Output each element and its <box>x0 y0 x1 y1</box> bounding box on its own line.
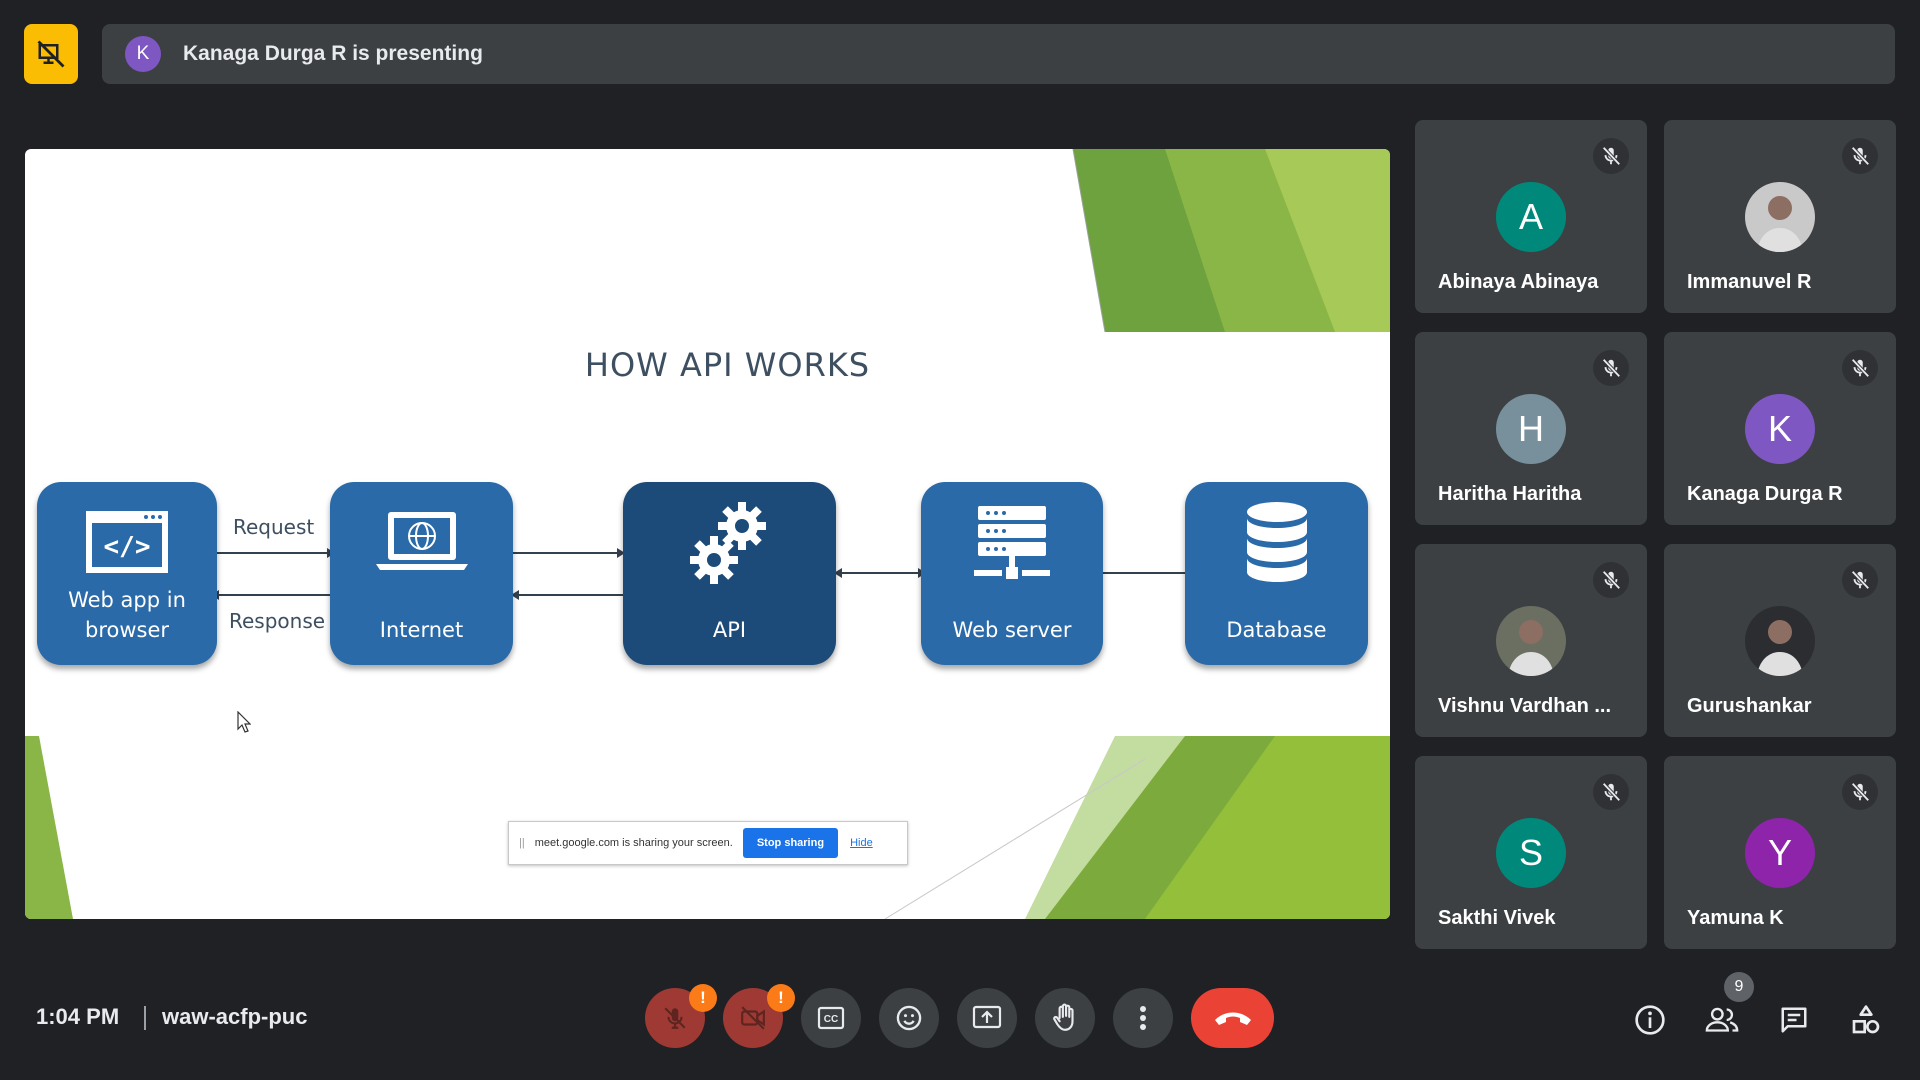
mic-off-icon <box>1842 138 1878 174</box>
gears-icon <box>623 500 836 584</box>
laptop-globe-icon <box>330 510 513 574</box>
participant-name: Immanuvel R <box>1687 271 1812 293</box>
meeting-code: waw-acfp-puc <box>162 1004 308 1029</box>
closed-captions-icon: CC <box>817 1006 845 1030</box>
mic-warning-badge: ! <box>689 984 717 1012</box>
response-label: Response <box>229 609 326 633</box>
participant-name: Haritha Haritha <box>1438 483 1582 505</box>
web-server-label: Web server <box>952 618 1072 642</box>
participant-tile[interactable]: H Haritha Haritha <box>1415 332 1647 525</box>
mic-off-icon <box>1593 562 1629 598</box>
internet-box: Internet <box>330 482 513 665</box>
participant-name: Sakthi Vivek <box>1438 907 1556 929</box>
avatar <box>1496 606 1566 676</box>
more-options-button[interactable] <box>1113 988 1173 1048</box>
participant-tile[interactable]: A Abinaya Abinaya <box>1415 120 1647 313</box>
leave-call-button[interactable] <box>1191 988 1274 1048</box>
drag-handle-icon[interactable]: || <box>519 837 525 849</box>
hide-link[interactable]: Hide <box>850 837 873 849</box>
info-icon <box>1635 1005 1665 1035</box>
people-icon <box>1705 1007 1739 1032</box>
camera-button[interactable]: ! <box>723 984 795 1048</box>
avatar: Y <box>1745 818 1815 888</box>
participant-count-badge: 9 <box>1724 972 1754 1002</box>
database-icon <box>1185 500 1368 584</box>
participant-tile[interactable]: Gurushankar <box>1664 544 1896 737</box>
web-app-box: </> Web app in browser <box>37 482 217 665</box>
database-label: Database <box>1226 618 1327 642</box>
activities-icon <box>1852 1005 1880 1034</box>
screen-share-notice: || meet.google.com is sharing your scree… <box>508 821 908 865</box>
svg-text:</>: </> <box>104 532 151 562</box>
code-window-icon: </> <box>37 509 217 575</box>
mic-off-icon <box>1842 562 1878 598</box>
share-notice-text: meet.google.com is sharing your screen. <box>534 837 733 849</box>
participant-name: Gurushankar <box>1687 695 1812 717</box>
slide-title: HOW API WORKS <box>584 346 871 384</box>
stop-sharing-button[interactable]: Stop sharing <box>742 828 839 858</box>
meeting-details-button[interactable] <box>1630 1002 1670 1038</box>
mouse-cursor-icon <box>237 711 251 733</box>
shared-screen: HOW API WORKS Request Response </> Web a… <box>25 149 1390 919</box>
camera-warning-badge: ! <box>767 984 795 1012</box>
avatar: H <box>1496 394 1566 464</box>
participant-name: Yamuna K <box>1687 907 1784 929</box>
separator <box>144 1006 146 1030</box>
microphone-button[interactable]: ! <box>645 984 717 1048</box>
database-box: Database <box>1185 482 1368 665</box>
more-vert-icon <box>1140 1006 1146 1030</box>
api-label: API <box>712 618 747 642</box>
web-app-label: Web app in browser <box>68 588 186 642</box>
request-label: Request <box>233 515 315 539</box>
people-button[interactable] <box>1702 1002 1742 1038</box>
presenter-avatar: K <box>125 36 161 72</box>
avatar: K <box>1745 394 1815 464</box>
participant-tile[interactable]: Immanuvel R <box>1664 120 1896 313</box>
activities-button[interactable] <box>1846 1002 1886 1038</box>
participant-tile[interactable]: S Sakthi Vivek <box>1415 756 1647 949</box>
web-server-box: Web server <box>921 482 1103 665</box>
svg-text:CC: CC <box>824 1014 838 1025</box>
api-box: API <box>623 482 836 665</box>
presenting-banner: K Kanaga Durga R is presenting <box>102 24 1895 84</box>
camera-off-icon <box>741 1006 765 1030</box>
mic-off-icon <box>1842 350 1878 386</box>
participant-name: Abinaya Abinaya <box>1438 271 1599 293</box>
raise-hand-icon <box>1053 1003 1074 1031</box>
present-screen-button[interactable] <box>957 988 1017 1048</box>
avatar: A <box>1496 182 1566 252</box>
reactions-button[interactable] <box>879 988 939 1048</box>
layout-off-icon[interactable] <box>24 24 78 84</box>
server-icon <box>921 504 1103 584</box>
avatar <box>1745 606 1815 676</box>
mic-off-icon <box>1593 774 1629 810</box>
avatar: S <box>1496 818 1566 888</box>
emoji-icon <box>896 1005 922 1031</box>
mic-off-icon <box>1593 350 1629 386</box>
participant-name: Vishnu Vardhan ... <box>1438 695 1612 717</box>
hang-up-icon <box>1214 1012 1251 1025</box>
avatar <box>1745 182 1815 252</box>
mic-off-icon <box>664 1007 686 1029</box>
internet-label: Internet <box>379 618 464 642</box>
participant-tile[interactable]: Vishnu Vardhan ... <box>1415 544 1647 737</box>
participant-tile[interactable]: K Kanaga Durga R <box>1664 332 1896 525</box>
chat-button[interactable] <box>1774 1002 1814 1038</box>
participant-tile[interactable]: Y Yamuna K <box>1664 756 1896 949</box>
meeting-time: 1:04 PM <box>36 1004 120 1029</box>
presenting-text: Kanaga Durga R is presenting <box>183 42 483 65</box>
participant-name: Kanaga Durga R <box>1687 483 1843 505</box>
mic-off-icon <box>1842 774 1878 810</box>
captions-button[interactable]: CC <box>801 988 861 1048</box>
chat-icon <box>1781 1007 1807 1033</box>
mic-off-icon <box>1593 138 1629 174</box>
present-screen-icon <box>972 1005 1002 1029</box>
raise-hand-button[interactable] <box>1035 988 1095 1048</box>
